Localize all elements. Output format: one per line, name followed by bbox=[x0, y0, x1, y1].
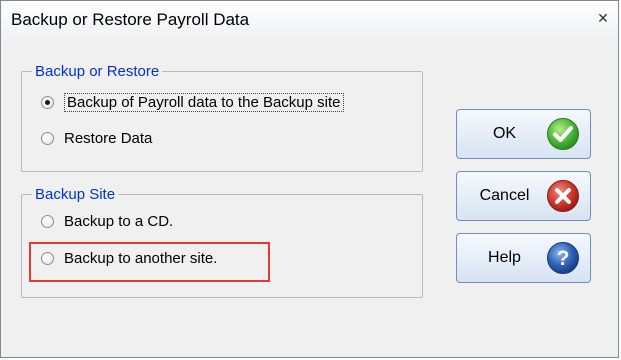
window-title: Backup or Restore Payroll Data bbox=[11, 10, 250, 29]
radio-label: Restore Data bbox=[64, 130, 153, 147]
ok-button[interactable]: OK bbox=[456, 109, 591, 159]
backup-or-restore-legend: Backup or Restore bbox=[35, 63, 160, 80]
backup-or-restore-group: Backup or Restore bbox=[21, 63, 423, 172]
cancel-button[interactable]: Cancel bbox=[456, 171, 591, 221]
close-icon[interactable]: ✕ bbox=[596, 11, 610, 25]
title-bar: Backup or Restore Payroll Data ✕ bbox=[1, 1, 618, 42]
svg-text:?: ? bbox=[557, 247, 570, 270]
cancel-button-label: Cancel bbox=[479, 187, 530, 204]
help-button-label: Help bbox=[488, 249, 521, 266]
dialog-window: Backup or Restore Payroll Data ✕ Backup … bbox=[0, 0, 619, 358]
check-icon bbox=[547, 118, 579, 150]
highlight-annotation bbox=[29, 242, 270, 282]
question-icon: ? bbox=[547, 242, 579, 274]
radio-button-icon[interactable] bbox=[41, 215, 54, 228]
radio-backup-cd[interactable]: Backup to a CD. bbox=[41, 213, 173, 230]
backup-site-legend: Backup Site bbox=[35, 186, 116, 203]
x-circle-icon bbox=[547, 180, 579, 212]
radio-button-icon[interactable] bbox=[41, 132, 54, 145]
ok-button-label: OK bbox=[492, 125, 517, 142]
radio-button-icon[interactable] bbox=[41, 96, 54, 109]
radio-label: Backup to a CD. bbox=[64, 213, 174, 230]
radio-restore-data[interactable]: Restore Data bbox=[41, 130, 152, 147]
radio-label: Backup of Payroll data to the Backup sit… bbox=[64, 93, 344, 112]
dialog-content: Backup or Restore Backup of Payroll data… bbox=[1, 41, 618, 357]
radio-backup-payroll[interactable]: Backup of Payroll data to the Backup sit… bbox=[41, 93, 344, 112]
help-button[interactable]: Help ? bbox=[456, 233, 591, 283]
